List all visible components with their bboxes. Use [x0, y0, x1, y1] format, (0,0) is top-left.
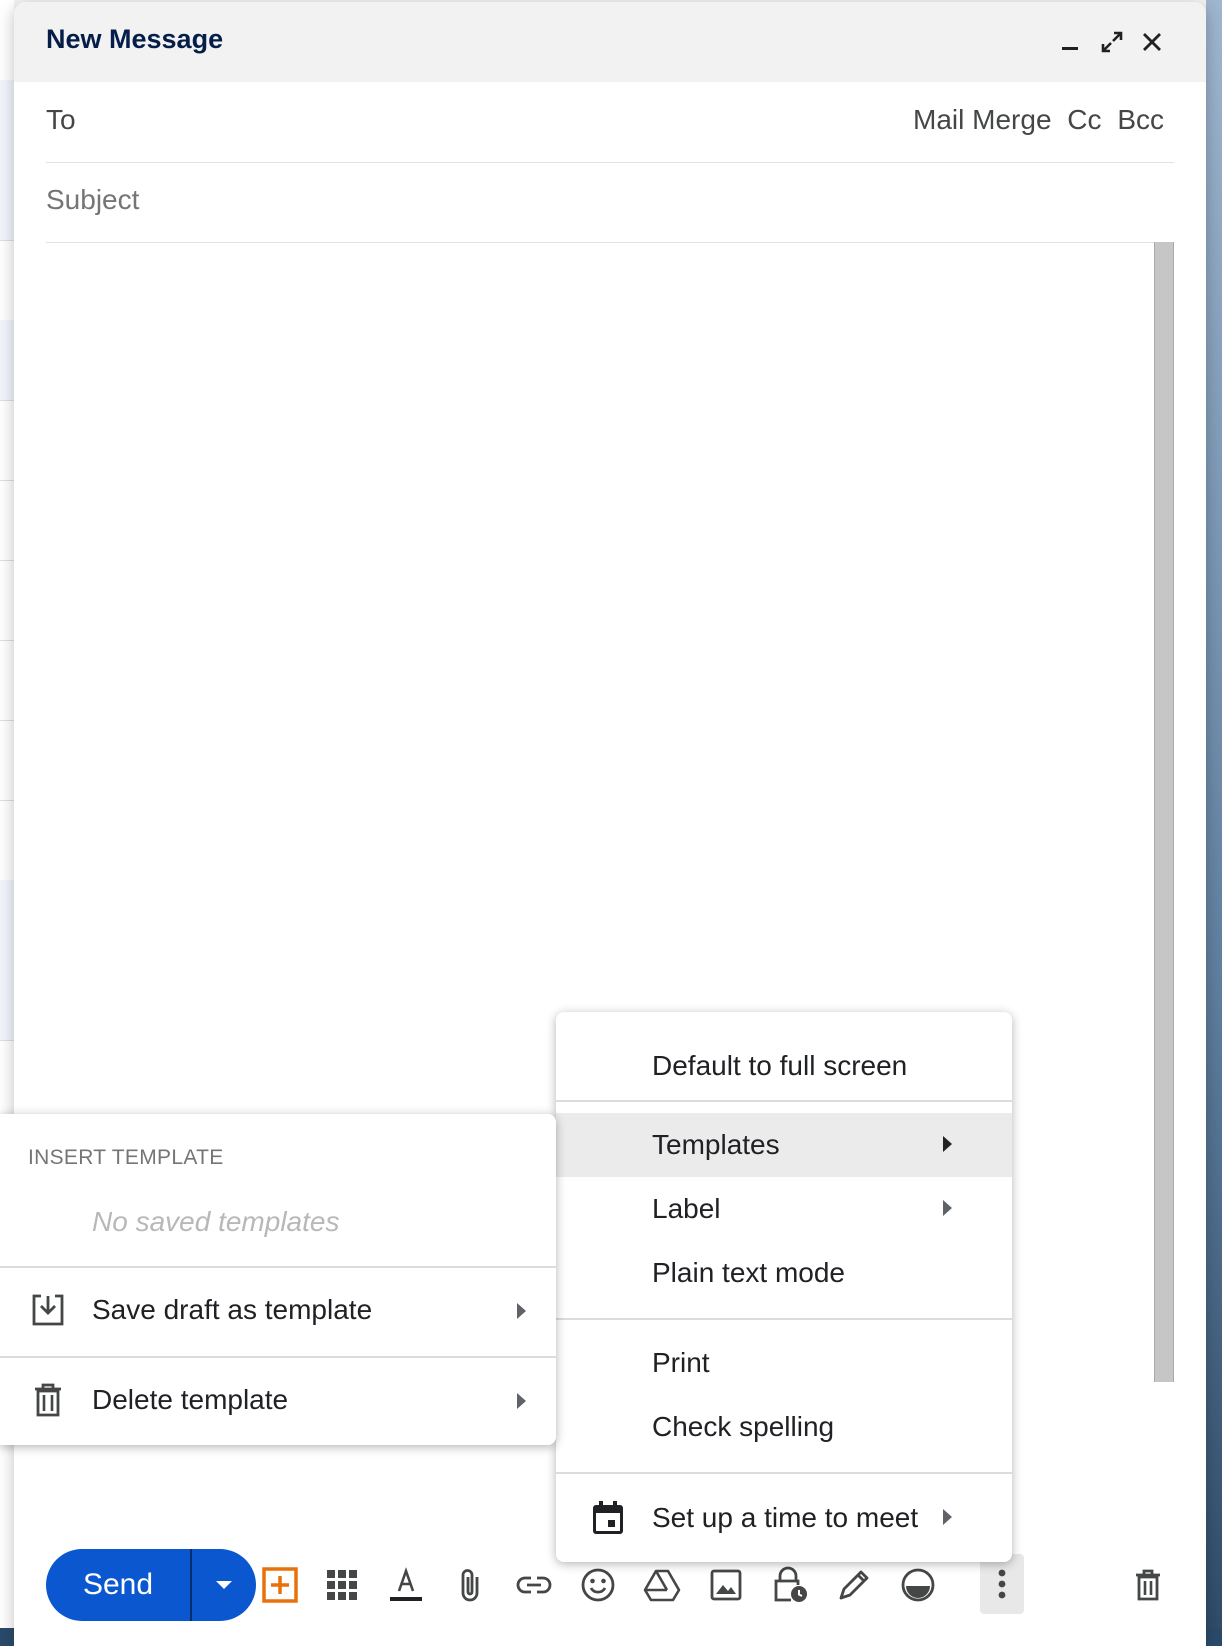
close-icon[interactable]	[1136, 26, 1168, 58]
recipient-links: Mail Merge Cc Bcc	[905, 104, 1164, 136]
insert-template-heading: INSERT TEMPLATE	[28, 1146, 224, 1169]
menu-item-label: Print	[652, 1347, 710, 1378]
subject-input[interactable]	[46, 180, 1046, 220]
submenu-arrow-icon	[943, 1136, 952, 1152]
apps-grid-icon[interactable]	[320, 1563, 364, 1607]
more-options-icon[interactable]	[980, 1554, 1024, 1614]
list-item	[0, 240, 14, 321]
chevron-down-icon	[216, 1581, 232, 1589]
save-template-icon	[32, 1294, 64, 1326]
menu-item-plain-text-mode[interactable]: Plain text mode	[556, 1241, 1012, 1305]
mail-merge-link[interactable]: Mail Merge	[913, 104, 1051, 135]
confidential-icon[interactable]	[768, 1563, 812, 1607]
menu-item-label[interactable]: Label	[556, 1177, 1012, 1241]
emoji-icon[interactable]	[576, 1563, 620, 1607]
menu-divider	[556, 1100, 1012, 1102]
send-button[interactable]: Send	[46, 1549, 190, 1621]
calendar-icon	[593, 1501, 623, 1534]
menu-item-print[interactable]: Print	[556, 1331, 1012, 1395]
no-templates-text: No saved templates	[92, 1206, 340, 1237]
signature-icon[interactable]	[832, 1563, 876, 1607]
list-item	[0, 480, 14, 561]
list-item	[0, 560, 14, 641]
to-field[interactable]: To Mail Merge Cc Bcc	[46, 84, 1174, 163]
trash-icon	[35, 1383, 61, 1417]
menu-item-label: Templates	[652, 1129, 780, 1160]
menu-divider	[556, 1472, 1012, 1474]
more-options-menu: Default to full screen Templates Label P…	[556, 1012, 1012, 1562]
menu-item-templates[interactable]: Templates	[556, 1113, 1012, 1177]
list-item	[0, 960, 14, 1041]
list-item	[0, 80, 14, 161]
attach-icon[interactable]	[448, 1563, 492, 1607]
menu-item-label: Save draft as template	[92, 1294, 373, 1325]
menu-item-check-spelling[interactable]: Check spelling	[556, 1395, 1012, 1459]
menu-item-label: Plain text mode	[652, 1257, 845, 1288]
menu-divider	[0, 1266, 556, 1268]
layouts-icon[interactable]	[896, 1563, 940, 1607]
menu-item-label: Delete template	[92, 1384, 289, 1415]
list-item	[0, 720, 14, 801]
list-item	[0, 160, 14, 241]
text-format-icon[interactable]	[384, 1563, 428, 1607]
menu-divider	[0, 1356, 556, 1358]
list-item	[0, 800, 14, 881]
discard-icon[interactable]	[1126, 1563, 1170, 1607]
menu-item-label-text: Label	[652, 1193, 721, 1224]
menu-item-set-up-time-to-meet[interactable]: Set up a time to meet	[556, 1486, 1012, 1550]
menu-item-label: Default to full screen	[652, 1050, 908, 1081]
list-item	[0, 640, 14, 721]
list-item	[0, 320, 14, 401]
subject-field	[46, 164, 1174, 243]
delete-template-item[interactable]: Delete template	[0, 1362, 556, 1442]
submenu-arrow-icon	[517, 1393, 526, 1409]
menu-item-default-full-screen[interactable]: Default to full screen	[556, 1034, 1012, 1098]
image-icon[interactable]	[704, 1563, 748, 1607]
bcc-link[interactable]: Bcc	[1117, 104, 1164, 135]
list-item	[0, 0, 14, 81]
menu-item-label: Check spelling	[652, 1411, 835, 1442]
list-item	[0, 880, 14, 961]
menu-item-label: Set up a time to meet	[652, 1502, 919, 1533]
submenu-arrow-icon	[943, 1509, 952, 1525]
scrollbar[interactable]	[1154, 242, 1174, 1382]
send-options-button[interactable]	[192, 1549, 256, 1621]
minimize-icon[interactable]	[1054, 26, 1086, 58]
mail-merge-icon[interactable]	[258, 1563, 302, 1607]
link-icon[interactable]	[512, 1563, 556, 1607]
background-wallpaper	[1206, 0, 1222, 1646]
save-draft-as-template-item[interactable]: Save draft as template	[0, 1272, 556, 1352]
submenu-arrow-icon	[517, 1303, 526, 1319]
compose-title: New Message	[46, 24, 224, 54]
expand-icon[interactable]	[1096, 26, 1128, 58]
templates-submenu: INSERT TEMPLATE No saved templates Save …	[0, 1114, 556, 1445]
compose-header: New Message	[14, 2, 1206, 82]
menu-divider	[556, 1318, 1012, 1320]
cc-link[interactable]: Cc	[1067, 104, 1101, 135]
to-label: To	[46, 104, 76, 135]
drive-icon[interactable]	[640, 1563, 684, 1607]
list-item	[0, 400, 14, 481]
submenu-arrow-icon	[943, 1200, 952, 1216]
